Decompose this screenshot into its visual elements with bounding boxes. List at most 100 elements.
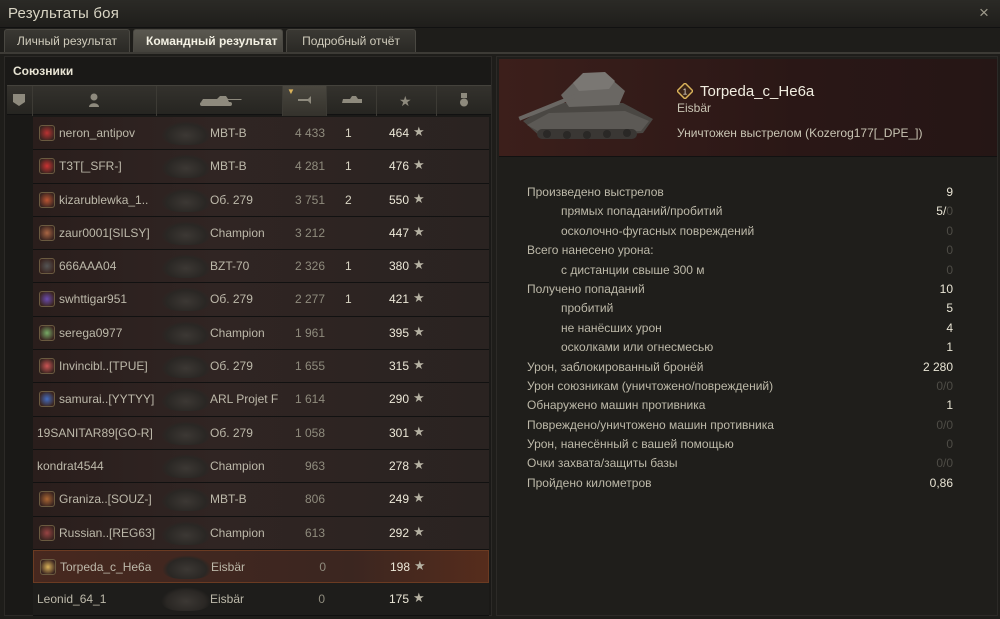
stat-value-main: 5	[946, 301, 953, 316]
tank-name: MBT-B	[210, 126, 247, 140]
stat-row: Повреждено/уничтожено машин противника 0/…	[527, 416, 959, 435]
tank-thumbnail	[161, 420, 211, 445]
stat-row: Урон союзникам (уничтожено/повреждений) 0…	[527, 377, 959, 396]
stat-value-main: 0,86	[929, 475, 953, 490]
tank-name: Champion	[210, 325, 265, 340]
stat-value: 0/0	[936, 456, 953, 470]
star-icon: ★	[413, 257, 425, 273]
star-icon: ★	[413, 590, 425, 606]
stat-row: Всего нанесено урона: 0	[527, 241, 959, 260]
xp-value: 421	[388, 292, 409, 307]
ally-row[interactable]: serega0977 Champion 1 961 395 ★	[33, 316, 489, 351]
damage-value: 3 751	[294, 192, 325, 207]
player-name: zaur0001[SILSY]	[59, 225, 150, 240]
xp-value: 175	[388, 592, 409, 607]
ally-row[interactable]: Leonid_64_1 Eisbär 0 175 ★	[33, 583, 489, 617]
player-name: T3T[_SFR-]	[59, 159, 122, 174]
stat-value: 1	[946, 398, 953, 412]
ally-row[interactable]: neron_antipov MBT-B 4 433 1 464 ★	[33, 117, 489, 151]
stat-value-main: 0	[946, 262, 953, 277]
player-name: Leonid_64_1	[37, 592, 107, 607]
stat-label: Урон союзникам (уничтожено/повреждений)	[527, 378, 774, 393]
stat-row: Произведено выстрелов 9	[527, 183, 959, 202]
damage-value: 3 212	[294, 225, 325, 240]
ally-row[interactable]: samurai..[YYTYY] ARL Projet F1 614 290 ★	[33, 383, 489, 417]
ally-row[interactable]: T3T[_SFR-] MBT-B 4 281 1 476 ★	[33, 150, 489, 184]
stat-row: Очки захвата/защиты базы 0/0	[527, 454, 959, 473]
tank-name: BZT-70	[210, 259, 250, 274]
ally-row[interactable]: Russian..[REG63] Champion 613 292 ★	[33, 516, 489, 550]
destruction-status: Уничтожен выстрелом (Kozerog177[_DPE_])	[677, 126, 923, 140]
ally-row[interactable]: swhttigar951 Об. 279 2 277 1 421 ★	[33, 283, 489, 317]
stat-value-main: 0	[946, 437, 953, 452]
close-icon[interactable]: ×	[974, 3, 994, 23]
selected-tank-name: Eisbär	[677, 101, 712, 115]
col-damage[interactable]: ▼	[283, 86, 327, 116]
tank-name: Eisbär	[210, 592, 245, 607]
ally-row[interactable]: 666AAA04 BZT-70 2 326 1 380 ★	[33, 250, 489, 284]
tank-name: MBT-B	[210, 159, 247, 174]
player-name: serega0977	[59, 325, 123, 340]
tank-icon	[195, 93, 245, 110]
player-name: Invincibl..[TPUE]	[59, 359, 148, 374]
stat-value-main: 9	[946, 185, 953, 199]
ally-row[interactable]: Invincibl..[TPUE] Об. 279 1 655 315 ★	[33, 350, 489, 384]
tab-detailed-report[interactable]: Подробный отчёт	[286, 29, 416, 52]
tank-name: Eisbär	[211, 559, 246, 574]
selected-player-name: Torpeda_c_He6a	[700, 83, 815, 100]
stat-value: 10	[940, 282, 953, 296]
tank-name: Об. 279	[210, 292, 253, 307]
tank-thumbnail	[161, 220, 211, 245]
ally-row[interactable]: Torpeda_c_He6a Eisbär 0 198 ★	[33, 549, 489, 584]
tank-thumbnail	[161, 320, 211, 345]
player-name: 19SANITAR89[GO-R]	[37, 425, 153, 440]
kills-value: 1	[345, 159, 352, 174]
col-kills[interactable]	[327, 86, 377, 116]
player-name: samurai..[YYTYY]	[59, 392, 155, 407]
star-icon: ★	[413, 223, 425, 239]
tab-team-result[interactable]: Командный результат	[133, 29, 283, 52]
stat-value: 0	[946, 243, 953, 257]
clan-badge-icon	[39, 158, 55, 175]
player-name: Russian..[REG63]	[59, 525, 156, 540]
damage-value: 4 433	[294, 126, 325, 140]
clan-badge-icon	[39, 191, 55, 208]
player-name: kondrat4544	[37, 458, 104, 473]
ally-row[interactable]: kondrat4544 Champion 963 278 ★	[33, 449, 489, 484]
clan-badge-icon	[40, 558, 56, 575]
stat-value: 0	[946, 263, 953, 277]
stat-row: Урон, заблокированный бронёй 2 280	[527, 358, 959, 377]
xp-value: 380	[388, 259, 409, 274]
col-squad[interactable]	[7, 86, 33, 116]
ally-row[interactable]: 19SANITAR89[GO-R] Об. 279 1 058 301 ★	[33, 416, 489, 450]
star-icon: ★	[413, 456, 425, 472]
xp-value: 550	[388, 192, 409, 207]
damage-icon	[297, 93, 315, 110]
col-xp[interactable]: ★	[377, 86, 437, 116]
damage-value: 2 326	[294, 259, 325, 274]
stat-value-main: 10	[939, 281, 953, 296]
stat-label: пробитий	[561, 301, 614, 316]
xp-value: 290	[388, 392, 409, 407]
medal-icon	[459, 93, 469, 110]
ally-row[interactable]: zaur0001[SILSY] Champion 3 212 447 ★	[33, 216, 489, 251]
star-icon: ★	[413, 190, 425, 206]
star-icon: ★	[413, 124, 425, 139]
col-tank[interactable]	[157, 86, 283, 116]
stat-label: осколочно-фугасных повреждений	[561, 223, 755, 238]
damage-value: 1 655	[294, 359, 325, 374]
col-medals[interactable]	[437, 86, 491, 116]
col-player[interactable]	[33, 86, 157, 116]
tank-name: Об. 279	[210, 425, 253, 440]
player-name: swhttigar951	[59, 292, 128, 307]
damage-value: 963	[304, 458, 325, 473]
ally-row[interactable]: kizarublewka_1.. Об. 279 3 751 2 550 ★	[33, 183, 489, 217]
tank-thumbnail	[161, 520, 211, 545]
xp-value: 447	[388, 225, 409, 240]
ally-row[interactable]: Graniza..[SOUZ-] MBT-B 806 249 ★	[33, 483, 489, 517]
tank-thumbnail	[161, 354, 211, 379]
allies-list: neron_antipov MBT-B 4 433 1 464 ★ T3T[_SFR-] MB…	[7, 117, 491, 617]
tab-personal-result[interactable]: Личный результат	[4, 29, 130, 52]
star-icon: ★	[413, 157, 425, 173]
allies-label: Союзники	[13, 64, 74, 78]
